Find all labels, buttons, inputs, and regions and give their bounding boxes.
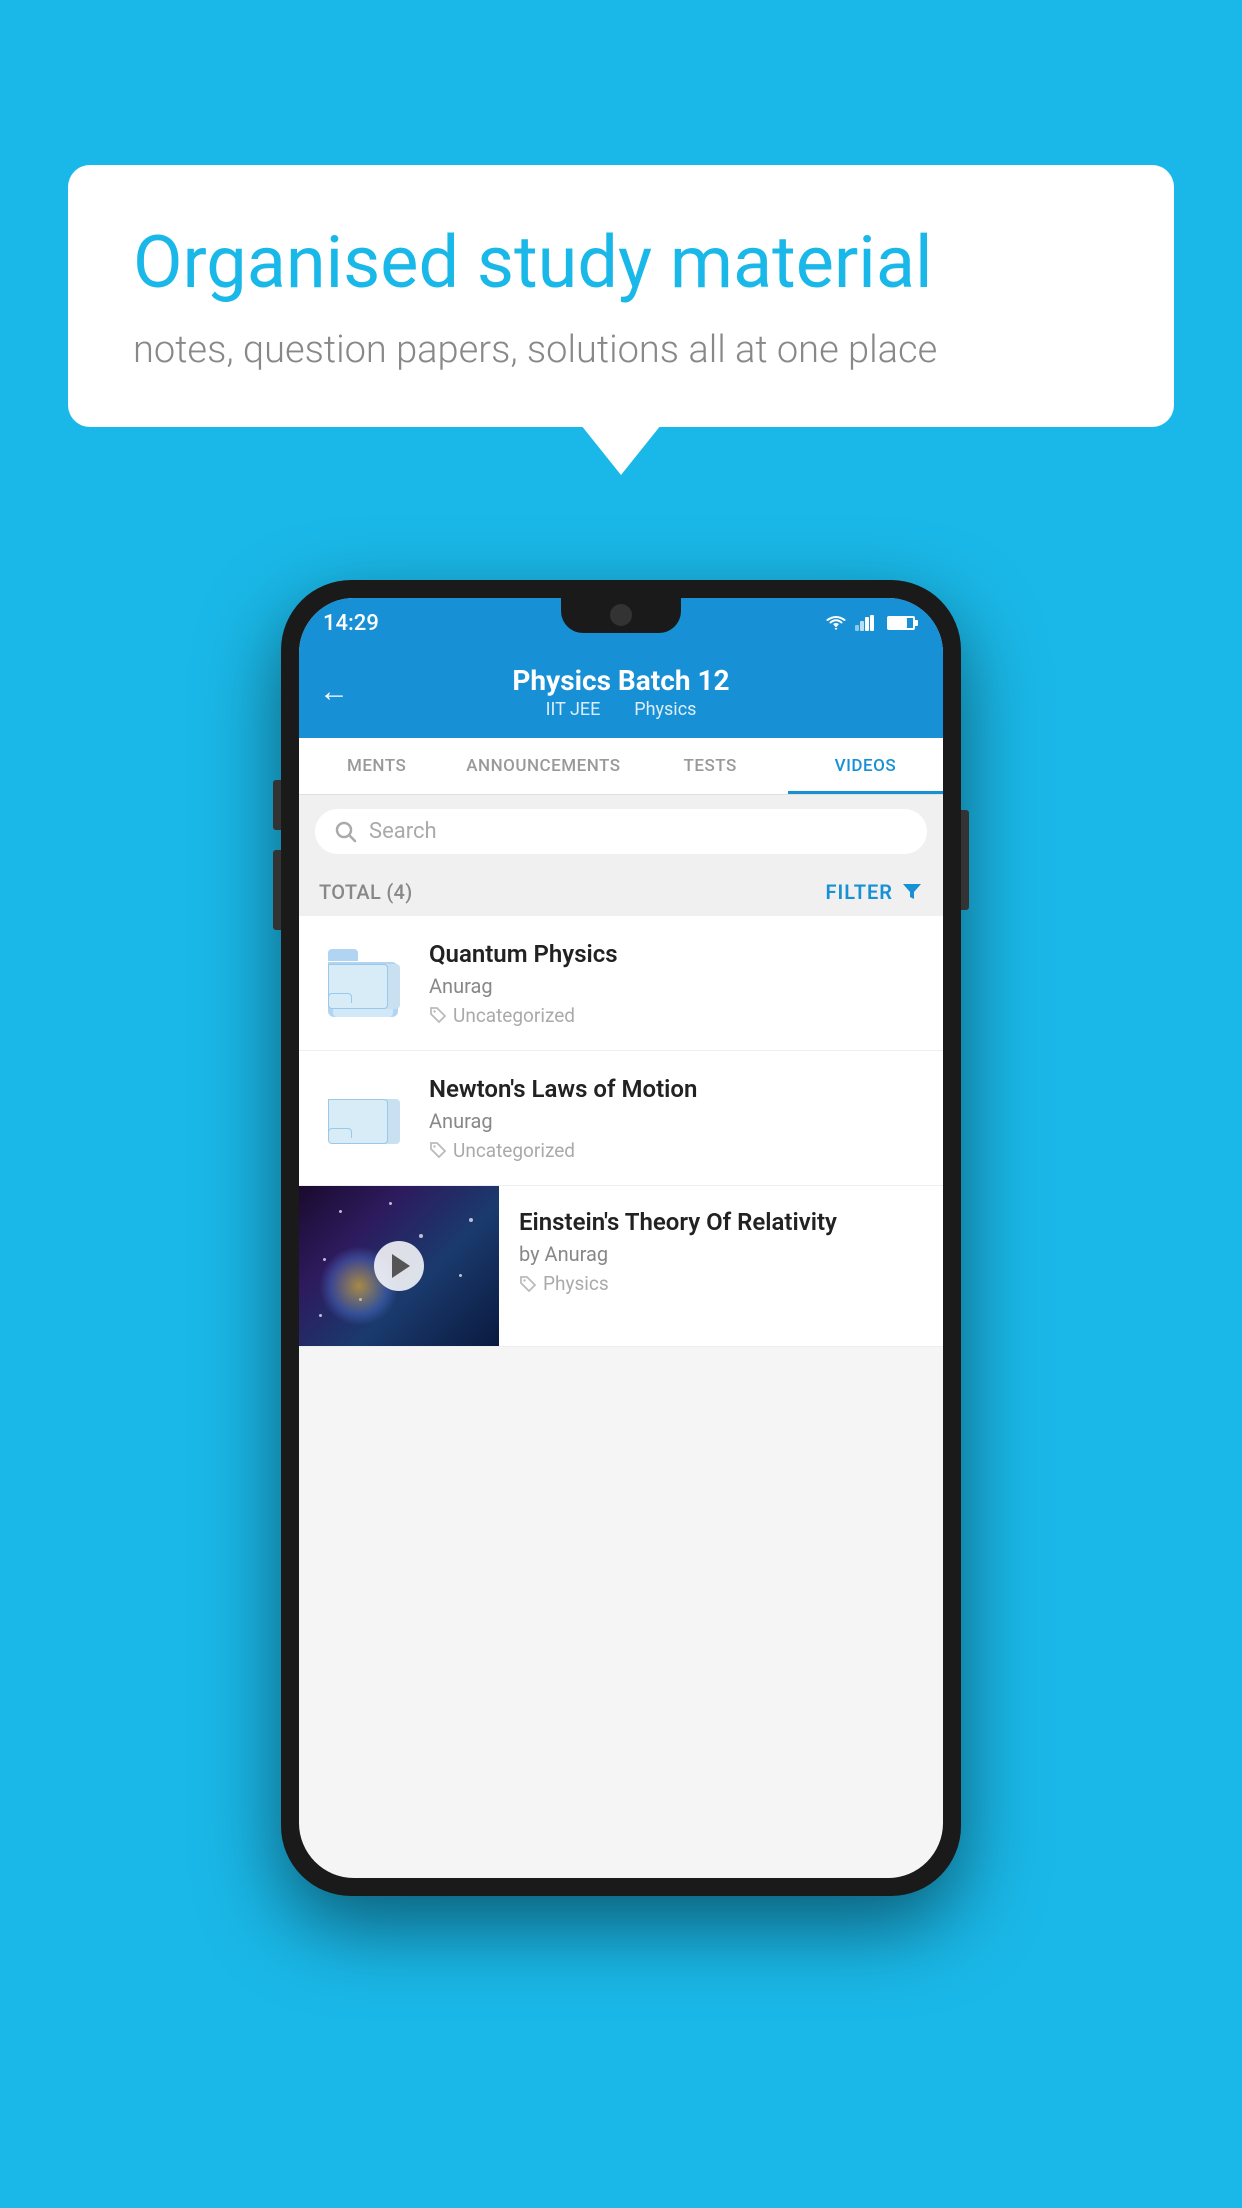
phone-power-button [961, 810, 969, 910]
speech-bubble: Organised study material notes, question… [68, 165, 1174, 427]
tabs-bar: MENTS ANNOUNCEMENTS TESTS VIDEOS [299, 738, 943, 795]
tab-ments[interactable]: MENTS [299, 738, 454, 794]
video-author-3: by Anurag [519, 1242, 923, 1266]
header-title: Physics Batch 12 [512, 664, 729, 697]
phone-mockup: 14:29 [281, 580, 961, 1896]
filter-label: FILTER [825, 880, 893, 904]
list-item[interactable]: Quantum Physics Anurag Uncategorized [299, 916, 943, 1051]
folder-thumbnail-1 [319, 938, 409, 1028]
play-button-3[interactable] [374, 1241, 424, 1291]
header-subtitle-iitjee: IIT JEE [546, 699, 601, 720]
phone-volume-down-button [273, 850, 281, 930]
video-title-1: Quantum Physics [429, 940, 923, 968]
list-item[interactable]: Einstein's Theory Of Relativity by Anura… [299, 1186, 943, 1347]
bubble-subtitle: notes, question papers, solutions all at… [133, 328, 1109, 372]
signal-icon [855, 615, 875, 631]
play-triangle-icon [392, 1254, 410, 1278]
tag-icon-2 [429, 1141, 447, 1159]
video-info-1: Quantum Physics Anurag Uncategorized [429, 940, 923, 1027]
header-subtitle: IIT JEE Physics [512, 699, 729, 720]
search-bar-wrapper: Search [299, 795, 943, 868]
folder-thumbnail-2 [319, 1073, 409, 1163]
video-list: Quantum Physics Anurag Uncategorized [299, 916, 943, 1347]
tag-icon-3 [519, 1275, 537, 1293]
video-thumbnail-3 [299, 1186, 499, 1346]
wifi-icon [825, 615, 847, 631]
search-bar[interactable]: Search [315, 809, 927, 854]
tag-label-2: Uncategorized [453, 1139, 575, 1162]
filter-funnel-icon [901, 881, 923, 903]
video-title-2: Newton's Laws of Motion [429, 1075, 923, 1103]
total-count-label: TOTAL (4) [319, 880, 413, 904]
list-item[interactable]: Newton's Laws of Motion Anurag Uncategor… [299, 1051, 943, 1186]
phone-outer: 14:29 [281, 580, 961, 1896]
status-icons [825, 615, 915, 631]
status-time: 14:29 [323, 611, 379, 636]
tag-label-3: Physics [543, 1272, 609, 1295]
video-tag-3: Physics [519, 1272, 923, 1295]
phone-volume-up-button [273, 780, 281, 830]
back-button[interactable]: ← [319, 677, 349, 707]
tab-announcements[interactable]: ANNOUNCEMENTS [454, 738, 632, 794]
video-title-3: Einstein's Theory Of Relativity [519, 1208, 923, 1236]
video-info-2: Newton's Laws of Motion Anurag Uncategor… [429, 1075, 923, 1162]
phone-notch [561, 598, 681, 633]
phone-camera [610, 604, 632, 626]
filter-button[interactable]: FILTER [825, 880, 923, 904]
video-author-2: Anurag [429, 1109, 923, 1133]
video-tag-2: Uncategorized [429, 1139, 923, 1162]
tab-videos[interactable]: VIDEOS [788, 738, 943, 794]
app-header: ← Physics Batch 12 IIT JEE Physics [299, 648, 943, 738]
header-center: Physics Batch 12 IIT JEE Physics [512, 664, 729, 720]
video-tag-1: Uncategorized [429, 1004, 923, 1027]
battery-icon [887, 616, 915, 630]
tab-tests[interactable]: TESTS [633, 738, 788, 794]
search-icon [335, 821, 357, 843]
phone-screen: 14:29 [299, 598, 943, 1878]
video-info-3: Einstein's Theory Of Relativity by Anura… [499, 1186, 923, 1317]
video-author-1: Anurag [429, 974, 923, 998]
tag-label-1: Uncategorized [453, 1004, 575, 1027]
speech-bubble-wrapper: Organised study material notes, question… [68, 165, 1174, 427]
bubble-title: Organised study material [133, 220, 1109, 306]
filter-row: TOTAL (4) FILTER [299, 868, 943, 916]
header-subtitle-physics: Physics [634, 699, 696, 720]
tag-icon-1 [429, 1006, 447, 1024]
search-input-placeholder[interactable]: Search [369, 819, 437, 844]
